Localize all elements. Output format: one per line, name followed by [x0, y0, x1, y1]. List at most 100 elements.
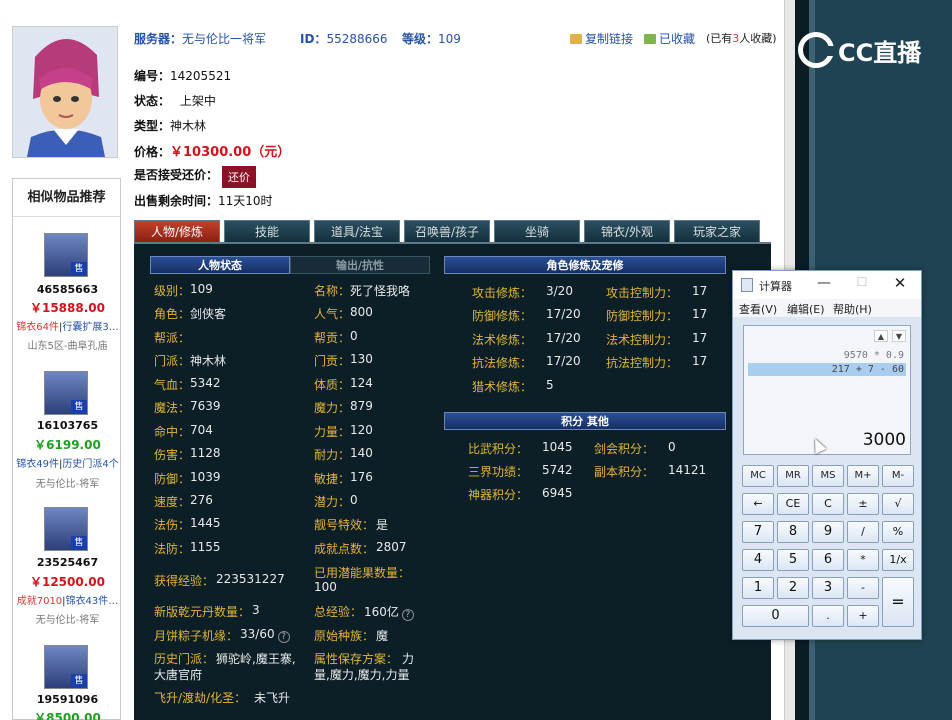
favorite-button[interactable]: 已收藏 [644, 30, 695, 47]
history-up-icon[interactable]: ▲ [874, 330, 888, 342]
stat-value: 130 [350, 352, 373, 366]
key-mr[interactable]: MR [777, 465, 809, 487]
key-ms[interactable]: MS [812, 465, 844, 487]
counter-offer-button[interactable]: 还价 [222, 166, 257, 188]
sale-badge: 售 [71, 674, 87, 688]
similar-item-thumbnail[interactable]: 售 [44, 371, 88, 415]
character-detail-panel: 人物状态 输出/抗性 角色修炼及宠修 积分 其他 级别： 109 角色： 剑侠客 帮… [134, 242, 771, 720]
stat-value: 1445 [190, 516, 221, 530]
stat-value: 1039 [190, 470, 221, 484]
price-row: 价格：￥10300.00（元） [134, 141, 290, 160]
key-5[interactable]: 5 [777, 549, 809, 571]
similar-item-id[interactable]: 16103765 [13, 419, 122, 432]
stat-label: 法防： [154, 542, 191, 556]
key-6[interactable]: 6 [812, 549, 844, 571]
key-decimal[interactable]: . [812, 605, 844, 627]
server-value: 无与伦比一将军 [182, 32, 267, 46]
key-multiply[interactable]: * [847, 549, 879, 571]
help-icon[interactable]: ? [277, 631, 290, 643]
tab-skills[interactable]: 技能 [224, 220, 310, 242]
calculator-titlebar[interactable]: 计算器 — ☐ ✕ [733, 271, 921, 299]
key-c[interactable]: C [812, 493, 844, 515]
key-ce[interactable]: CE [777, 493, 809, 515]
stat-label: 角色： [154, 307, 191, 321]
stat-label: 帮贡： [314, 331, 351, 345]
attr-scheme-label: 属性保存方案： [314, 652, 399, 666]
history-line: 9570 * 0.9 [843, 350, 904, 361]
key-backspace[interactable]: ← [742, 493, 774, 515]
similar-item-thumbnail[interactable]: 售 [44, 233, 88, 277]
key-8[interactable]: 8 [777, 521, 809, 543]
close-icon[interactable]: ✕ [889, 274, 911, 292]
key-4[interactable]: 4 [742, 549, 774, 571]
key-add[interactable]: + [847, 605, 879, 627]
menu-edit[interactable]: 编辑(E) [787, 301, 825, 317]
maximize-icon[interactable]: ☐ [851, 275, 873, 289]
key-negate[interactable]: ± [847, 493, 879, 515]
menu-help[interactable]: 帮助(H) [833, 301, 872, 317]
cultivation-label: 猎术修炼： [472, 380, 533, 394]
used-fruit-label: 已用潜能果数量： [314, 566, 411, 580]
tab-character[interactable]: 人物/修炼 [134, 220, 220, 242]
copy-link-button[interactable]: 复制链接 [570, 30, 633, 47]
section-status[interactable]: 人物状态 [150, 256, 290, 274]
key-0[interactable]: 0 [742, 605, 809, 627]
section-cultivation: 角色修炼及宠修 [444, 256, 726, 274]
key-3[interactable]: 3 [812, 577, 844, 599]
similar-item-id[interactable]: 19591096 [13, 693, 122, 706]
key-m-minus[interactable]: M- [882, 465, 914, 487]
calculator-menubar: 查看(V) 编辑(E) 帮助(H) [733, 299, 921, 317]
points-label: 神器积分： [468, 488, 529, 502]
key-7[interactable]: 7 [742, 521, 774, 543]
cultivation-label: 防御修炼： [472, 309, 533, 323]
key-9[interactable]: 9 [812, 521, 844, 543]
favorite-count-prefix: (已有 [706, 32, 733, 45]
detail-tabs: 人物/修炼 技能 道具/法宝 召唤兽/孩子 坐骑 锦衣/外观 玩家之家 [134, 220, 782, 242]
key-subtract[interactable]: - [847, 577, 879, 599]
similar-item-thumbnail[interactable]: 售 [44, 645, 88, 689]
similar-item-tags[interactable]: 锦衣64件|行囊扩展3… [13, 318, 122, 333]
key-1[interactable]: 1 [742, 577, 774, 599]
cc-logo-icon [798, 32, 835, 68]
points-value: 14121 [668, 463, 707, 477]
key-m-plus[interactable]: M+ [847, 465, 879, 487]
history-line-selected[interactable]: 217 + 7 - 60 [748, 363, 906, 376]
cultivation-value: 17/20 [546, 307, 581, 321]
tab-pets[interactable]: 召唤兽/孩子 [404, 220, 490, 242]
similar-item-id[interactable]: 23525467 [13, 556, 122, 569]
favorite-icon [644, 34, 656, 44]
help-icon[interactable]: ? [401, 609, 414, 621]
section-output[interactable]: 输出/抗性 [290, 256, 430, 274]
section-points: 积分 其他 [444, 412, 726, 430]
stat-label: 级别： [154, 284, 191, 298]
tab-outfits[interactable]: 锦衣/外观 [584, 220, 670, 242]
tab-items[interactable]: 道具/法宝 [314, 220, 400, 242]
key-divide[interactable]: / [847, 521, 879, 543]
tab-home[interactable]: 玩家之家 [674, 220, 760, 242]
minimize-icon[interactable]: — [813, 275, 835, 291]
sale-badge: 售 [71, 400, 87, 414]
key-percent[interactable]: % [882, 521, 914, 543]
stat-value: 7639 [190, 399, 221, 413]
copy-link-label: 复制链接 [585, 32, 634, 46]
level-value: 109 [438, 32, 461, 46]
key-2[interactable]: 2 [777, 577, 809, 599]
key-reciprocal[interactable]: 1/x [882, 549, 914, 571]
key-mc[interactable]: MC [742, 465, 774, 487]
history-down-icon[interactable]: ▼ [892, 330, 906, 342]
price-value: ￥10300.00（元） [170, 145, 291, 160]
number-label: 编号： [134, 69, 171, 83]
listing-header: 服务器：无与伦比一将军 ID：55288666 等级：109 复制链接 已收藏 … [134, 30, 782, 48]
menu-view[interactable]: 查看(V) [739, 301, 777, 317]
tab-mounts[interactable]: 坐骑 [494, 220, 580, 242]
similar-item-tags[interactable]: 成就7010|锦衣43件… [13, 592, 122, 607]
similar-item-id[interactable]: 46585663 [13, 283, 122, 296]
points-value: 1045 [542, 440, 573, 454]
key-sqrt[interactable]: √ [882, 493, 914, 515]
stat-value: 124 [350, 376, 373, 390]
similar-item-thumbnail[interactable]: 售 [44, 507, 88, 551]
stat-value: 120 [350, 423, 373, 437]
stat-value: 死了怪我咯 [350, 284, 411, 298]
similar-item-tags[interactable]: 锦衣49件|历史门派4个 [13, 455, 122, 470]
key-equals[interactable]: = [882, 577, 914, 627]
